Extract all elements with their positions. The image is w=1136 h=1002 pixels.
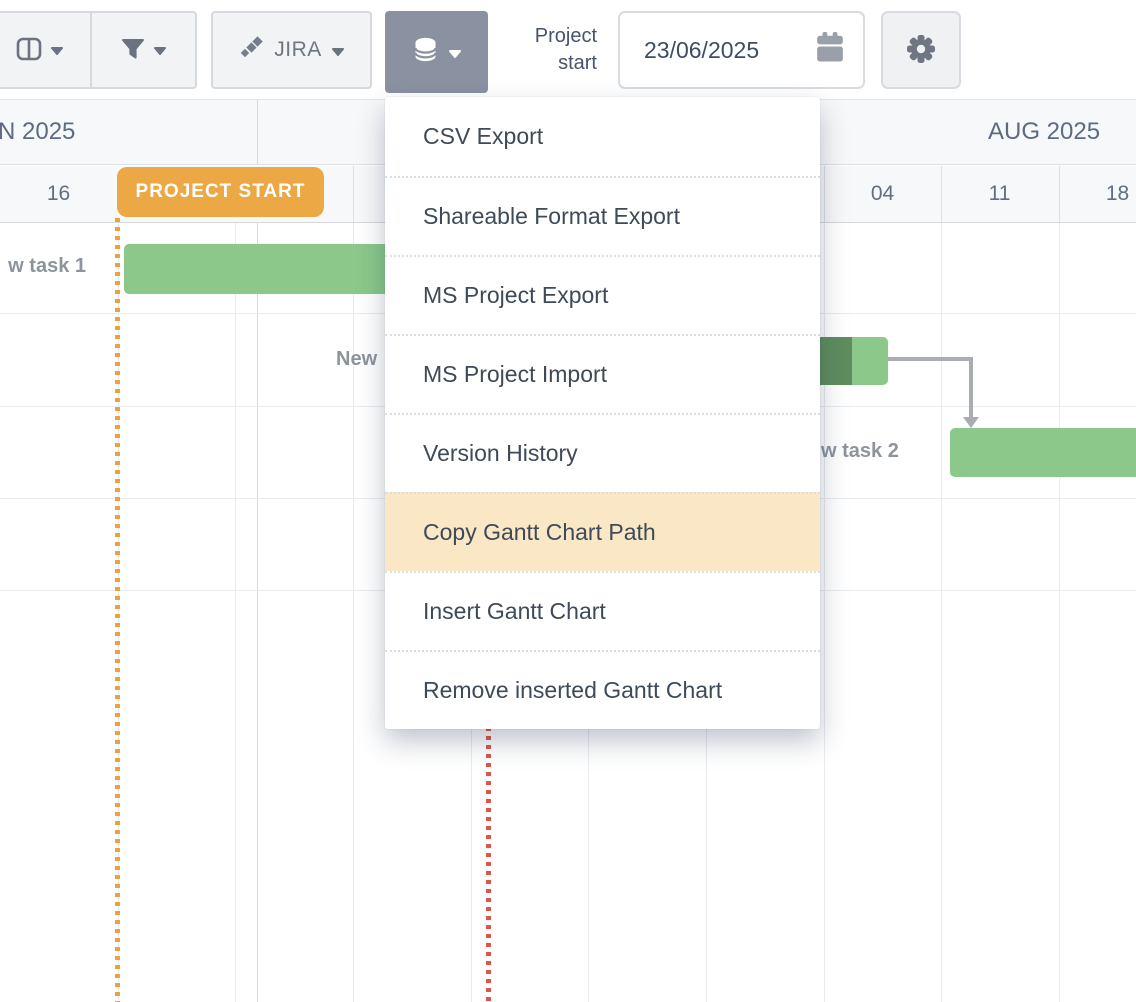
date-column-divider [353, 166, 354, 222]
project-start-marker-line [115, 218, 120, 1002]
dependency-connector [969, 357, 973, 417]
task-label: w task 1 [0, 255, 86, 278]
project-start-label: Project start [497, 23, 597, 77]
task-label: New [336, 348, 377, 371]
columns-button[interactable] [0, 13, 90, 87]
menu-item-copy-gantt-chart-path[interactable]: Copy Gantt Chart Path [385, 492, 820, 571]
date-column-divider [1059, 166, 1060, 222]
filter-button[interactable] [92, 13, 195, 87]
chevron-down-icon [50, 43, 64, 58]
jira-button[interactable]: JIRA [211, 11, 372, 89]
project-start-date-value: 23/06/2025 [644, 37, 759, 64]
date-column-divider [941, 166, 942, 222]
menu-item-remove-inserted-gantt-chart[interactable]: Remove inserted Gantt Chart [385, 650, 820, 729]
view-buttons-group [0, 11, 197, 89]
data-export-button[interactable] [385, 11, 488, 93]
menu-item-version-history[interactable]: Version History [385, 413, 820, 492]
filter-icon [121, 38, 145, 63]
month-label-aug: AUG 2025 [988, 100, 1100, 164]
chevron-down-icon [331, 38, 345, 62]
menu-item-shareable-format-export[interactable]: Shareable Format Export [385, 176, 820, 255]
data-export-dropdown-menu: CSV Export Shareable Format Export MS Pr… [385, 97, 820, 729]
settings-button[interactable] [881, 11, 961, 89]
month-divider [257, 100, 258, 164]
gridline-vertical [941, 223, 942, 1002]
dependency-connector [888, 357, 973, 361]
menu-item-ms-project-export[interactable]: MS Project Export [385, 255, 820, 334]
task-label: w task 2 [821, 440, 899, 463]
project-start-date-input[interactable]: 23/06/2025 [618, 11, 865, 89]
columns-icon [16, 37, 42, 64]
dependency-arrowhead [963, 417, 979, 428]
menu-item-csv-export[interactable]: CSV Export [385, 97, 820, 176]
date-cell-16: 16 [0, 166, 117, 222]
task-bar[interactable] [950, 428, 1136, 477]
gridline-vertical [353, 223, 354, 1002]
project-start-badge[interactable]: PROJECT START [117, 167, 324, 217]
date-cell-18: 18 [1059, 166, 1136, 222]
menu-item-ms-project-import[interactable]: MS Project Import [385, 334, 820, 413]
gear-icon [905, 33, 937, 68]
month-label-jun: N 2025 [0, 100, 75, 164]
database-icon [412, 36, 439, 69]
jira-button-label: JIRA [274, 38, 322, 62]
date-cell-04: 04 [824, 166, 941, 222]
menu-item-insert-gantt-chart[interactable]: Insert Gantt Chart [385, 571, 820, 650]
gridline-month-boundary [257, 223, 258, 1002]
gridline-vertical [1059, 223, 1060, 1002]
date-cell-11: 11 [941, 166, 1058, 222]
chevron-down-icon [448, 40, 462, 64]
gridline-vertical [235, 223, 236, 1002]
toolbar: JIRA Project start 23/06/2025 [0, 0, 1136, 99]
date-column-divider [824, 166, 825, 222]
chevron-down-icon [153, 43, 167, 58]
jira-logo-icon [238, 34, 265, 67]
task-bar[interactable] [124, 244, 416, 294]
calendar-icon[interactable] [815, 32, 845, 68]
